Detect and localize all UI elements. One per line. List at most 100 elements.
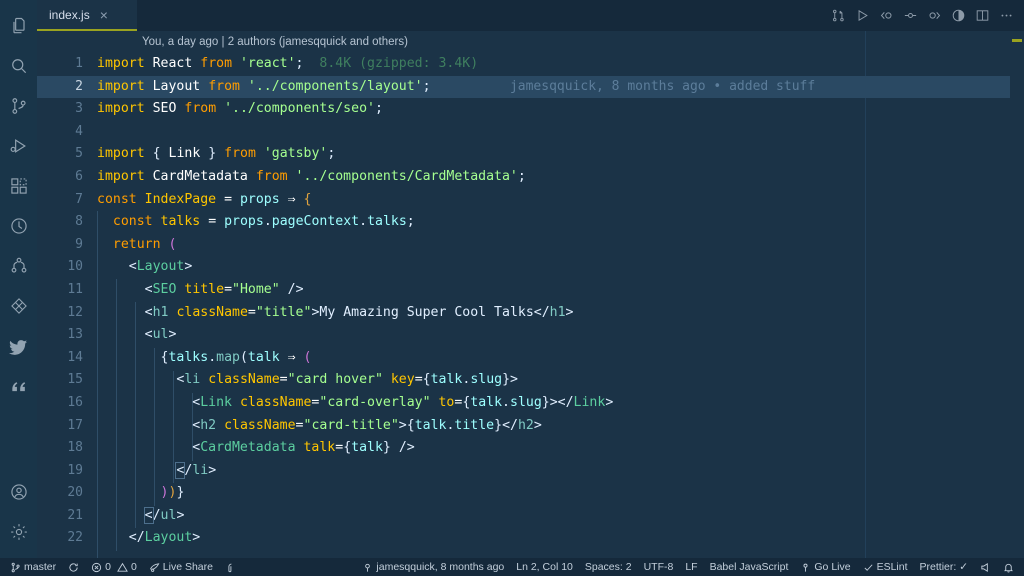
code-line[interactable]: 3 import SEO from '../components/seo'; (37, 98, 1010, 121)
line-content: <li className="card hover" key={talk.slu… (97, 369, 1010, 392)
status-notifications[interactable] (997, 558, 1020, 576)
tab-label: index.js (49, 8, 90, 22)
status-live-share[interactable]: Live Share (143, 558, 219, 576)
code-line[interactable]: 8 const talks = props.pageContext.talks; (37, 211, 1010, 234)
code-line[interactable]: 11 <SEO title="Home" /> (37, 279, 1010, 302)
split-editor-icon[interactable] (975, 8, 990, 23)
line-number: 11 (37, 279, 97, 302)
bird-icon[interactable] (0, 326, 37, 366)
status-go-live[interactable]: Go Live (794, 558, 856, 576)
line-number: 19 (37, 460, 97, 483)
line-content: <SEO title="Home" /> (97, 279, 1010, 302)
branch-icon (10, 562, 21, 573)
accounts-icon[interactable] (0, 472, 37, 512)
editor-tabs-bar: index.js × (37, 0, 1024, 31)
more-actions-icon[interactable] (999, 8, 1014, 23)
live-preview-left-icon[interactable] (879, 8, 894, 23)
line-content: import Layout from '../components/layout… (97, 76, 1010, 99)
live-preview-center-icon[interactable] (903, 8, 918, 23)
status-warning-count: 0 (131, 561, 137, 573)
code-line[interactable]: 13 <ul> (37, 324, 1010, 347)
code-line[interactable]: 9 return ( (37, 234, 1010, 257)
code-line[interactable]: 16 <Link className="card-overlay" to={ta… (37, 392, 1010, 415)
code-line[interactable]: 4 (37, 121, 1010, 144)
status-remote-branch[interactable]: master (4, 558, 62, 576)
code-line[interactable]: 1 import React from 'react'; 8.4K (gzipp… (37, 53, 1010, 76)
tab-index-js[interactable]: index.js × (37, 0, 137, 31)
status-problems[interactable]: 0 0 (85, 558, 143, 576)
line-number: 3 (37, 98, 97, 121)
line-number: 8 (37, 211, 97, 234)
status-git-blame[interactable]: jamesqquick, 8 months ago (356, 558, 510, 576)
quote-icon[interactable] (0, 366, 37, 406)
line-content: <ul> (97, 324, 1010, 347)
code-line[interactable]: 21 </ul> (37, 505, 1010, 528)
timeline-clock-icon[interactable] (0, 206, 37, 246)
status-branch-label: master (24, 561, 56, 573)
code-line[interactable]: 20 ))} (37, 482, 1010, 505)
status-cursor-position[interactable]: Ln 2, Col 10 (510, 558, 579, 576)
status-eol-label: LF (685, 561, 697, 573)
diamond-icon[interactable] (0, 286, 37, 326)
line-number: 2 (37, 76, 97, 99)
compare-changes-icon[interactable] (831, 8, 846, 23)
code-line[interactable]: 12 <h1 className="title">My Amazing Supe… (37, 302, 1010, 325)
live-preview-right-icon[interactable] (927, 8, 942, 23)
code-line[interactable]: 15 <li className="card hover" key={talk.… (37, 369, 1010, 392)
code-line[interactable]: 6 import CardMetadata from '../component… (37, 166, 1010, 189)
line-number: 21 (37, 505, 97, 528)
code-line[interactable]: 17 <h2 className="card-title">{talk.titl… (37, 415, 1010, 438)
line-number: 16 (37, 392, 97, 415)
status-language-mode[interactable]: Babel JavaScript (704, 558, 795, 576)
line-number: 14 (37, 347, 97, 370)
overview-ruler[interactable] (1010, 31, 1024, 558)
line-number: 7 (37, 189, 97, 212)
line-number: 6 (37, 166, 97, 189)
status-eol[interactable]: LF (679, 558, 703, 576)
line-content: const IndexPage = props ⇒ { (97, 189, 1010, 212)
code-line[interactable]: 18 <CardMetadata talk={talk} /> (37, 437, 1010, 460)
line-number: 17 (37, 415, 97, 438)
inline-git-blame: jamesqquick, 8 months ago • added stuff (510, 79, 815, 94)
status-eslint[interactable]: ESLint (857, 558, 914, 576)
line-content: {talks.map(talk ⇒ ( (97, 347, 1010, 370)
code-line[interactable]: 10 <Layout> (37, 256, 1010, 279)
source-control-icon[interactable] (0, 86, 37, 126)
code-line[interactable]: 5 import { Link } from 'gatsby'; (37, 143, 1010, 166)
line-number: 5 (37, 143, 97, 166)
git-commit-icon (362, 562, 373, 573)
status-prettier[interactable]: Prettier: ✓ (914, 558, 974, 576)
editor-actions (831, 0, 1024, 31)
code-line[interactable]: 14 {talks.map(talk ⇒ ( (37, 347, 1010, 370)
close-icon[interactable]: × (100, 8, 108, 22)
run-and-debug-icon[interactable] (0, 126, 37, 166)
status-indentation[interactable]: Spaces: 2 (579, 558, 638, 576)
live-share-icon (149, 562, 160, 573)
line-number: 1 (37, 53, 97, 76)
status-bookmark[interactable] (219, 558, 242, 576)
code-line[interactable]: 19 </li> (37, 460, 1010, 483)
activity-bar (0, 0, 37, 558)
status-sync-changes[interactable] (62, 558, 85, 576)
toggle-contrast-icon[interactable] (951, 8, 966, 23)
code-editor[interactable]: You, a day ago | 2 authors (jamesqquick … (37, 31, 1010, 558)
run-icon[interactable] (855, 8, 870, 23)
editor-group: index.js × (37, 0, 1024, 558)
code-line[interactable]: 22 </Layout> (37, 527, 1010, 550)
status-tweet-feedback[interactable] (974, 558, 997, 576)
status-language-label: Babel JavaScript (710, 561, 789, 573)
sync-icon (68, 562, 79, 573)
code-line-active[interactable]: 2 import Layout from '../components/layo… (37, 76, 1010, 99)
extensions-icon[interactable] (0, 166, 37, 206)
vscode-window: index.js × (0, 0, 1024, 576)
status-encoding[interactable]: UTF-8 (638, 558, 680, 576)
search-icon[interactable] (0, 46, 37, 86)
git-graph-icon[interactable] (0, 246, 37, 286)
explorer-icon[interactable] (0, 6, 37, 46)
line-content: import SEO from '../components/seo'; (97, 98, 1010, 121)
line-number: 13 (37, 324, 97, 347)
manage-settings-icon[interactable] (0, 512, 37, 552)
code-line[interactable]: 7 const IndexPage = props ⇒ { (37, 189, 1010, 212)
line-content: <Link className="card-overlay" to={talk.… (97, 392, 1010, 415)
status-error-count: 0 (105, 561, 111, 573)
